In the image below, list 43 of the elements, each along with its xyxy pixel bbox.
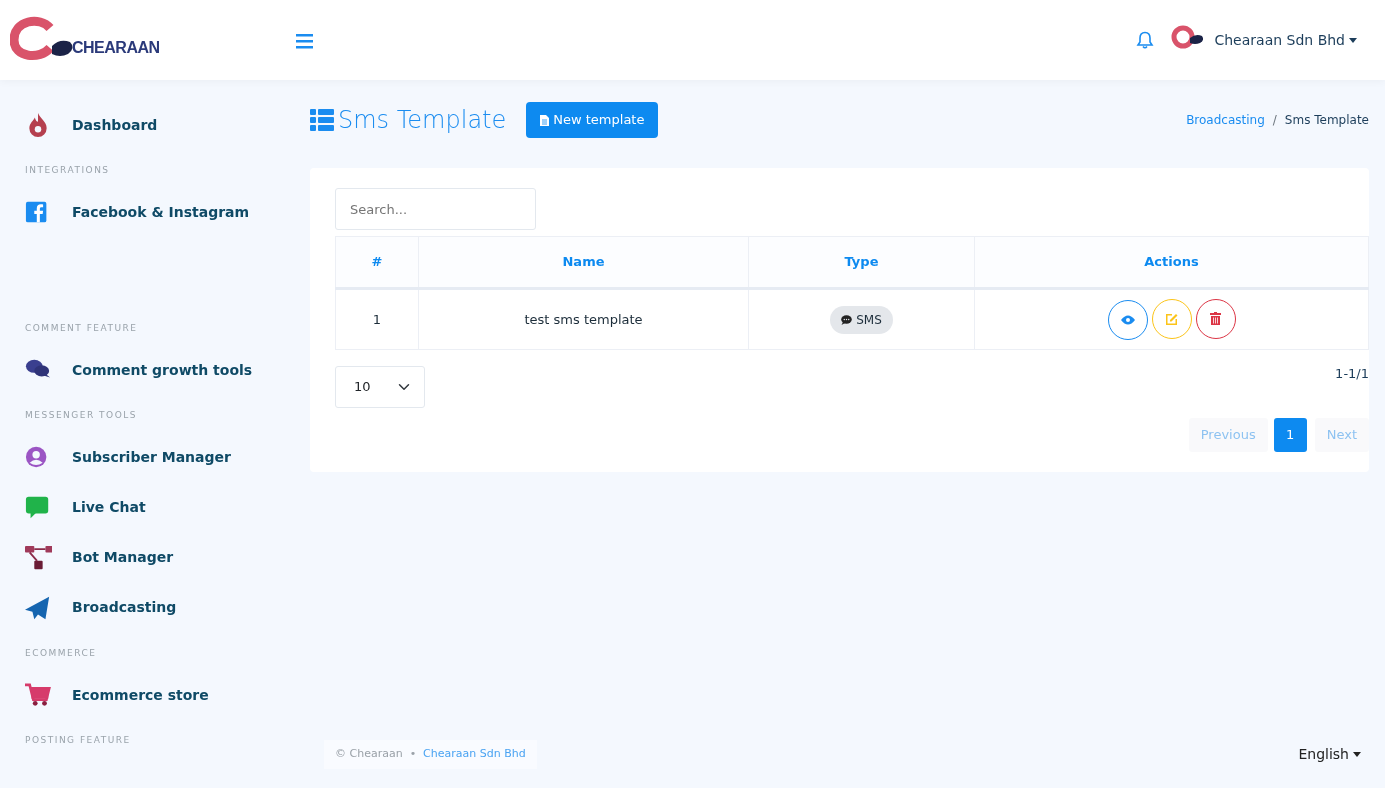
language-dropdown[interactable]: English [1292,742,1367,766]
column-header: Actions [974,236,1369,289]
page-size-select[interactable]: 10 [335,366,425,408]
section-heading: MESSENGER TOOLS [25,409,138,422]
flowchart-icon [24,544,52,571]
shopping-cart-icon [24,682,52,708]
paper-plane-icon [24,594,52,621]
sidebar-item[interactable]: Broadcasting [24,582,300,633]
record-range: 1-1/1 [1335,365,1369,383]
new-template-button[interactable]: New template [526,102,659,138]
table-cell: 1 [335,288,419,350]
section-heading: COMMENT FEATURE [25,321,139,335]
breadcrumb-separator: / [1272,112,1277,129]
column-header: # [335,236,419,289]
account-dropdown[interactable]: Chearaan Sdn Bhd [1214,29,1357,51]
trash-icon [1210,312,1221,326]
page-title: Sms Template [338,105,507,136]
sidebar-item[interactable]: Live Chat [24,482,300,533]
section-heading: ECOMMERCE [25,646,98,660]
notification-bell-icon[interactable] [1136,31,1155,49]
breadcrumb-current: Sms Template [1284,112,1369,129]
table-icon [310,109,334,131]
sidebar-item[interactable]: Bot Manager [24,532,300,583]
table-cell: test sms template [418,288,749,350]
edit-icon [1165,312,1178,326]
section-heading: INTEGRATIONS [25,164,111,177]
column-header: Name [418,236,749,289]
document-icon [540,114,550,126]
section-heading: POSTING FEATURE [25,734,132,747]
column-header: Type [748,236,975,289]
sidebar-item[interactable]: Comment growth tools [24,345,300,395]
sidebar-item[interactable]: Subscriber Manager [24,432,300,483]
flame-icon [28,112,48,138]
type-badge: SMS [830,305,893,334]
sidebar-item[interactable]: Facebook & Instagram [24,187,300,238]
logo-text: CHEARAAN [72,38,160,58]
eye-icon [1120,315,1135,326]
sidebar-item[interactable]: Ecommerce store [24,670,300,720]
footer-copyright: © Chearaan • Chearaan Sdn Bhd [324,740,537,769]
search-field[interactable]: Search... [335,188,536,230]
sidebar-item[interactable]: Dashboard [24,100,300,150]
speech-bubble-icon [841,314,853,325]
page-button[interactable]: 1 [1273,418,1307,452]
